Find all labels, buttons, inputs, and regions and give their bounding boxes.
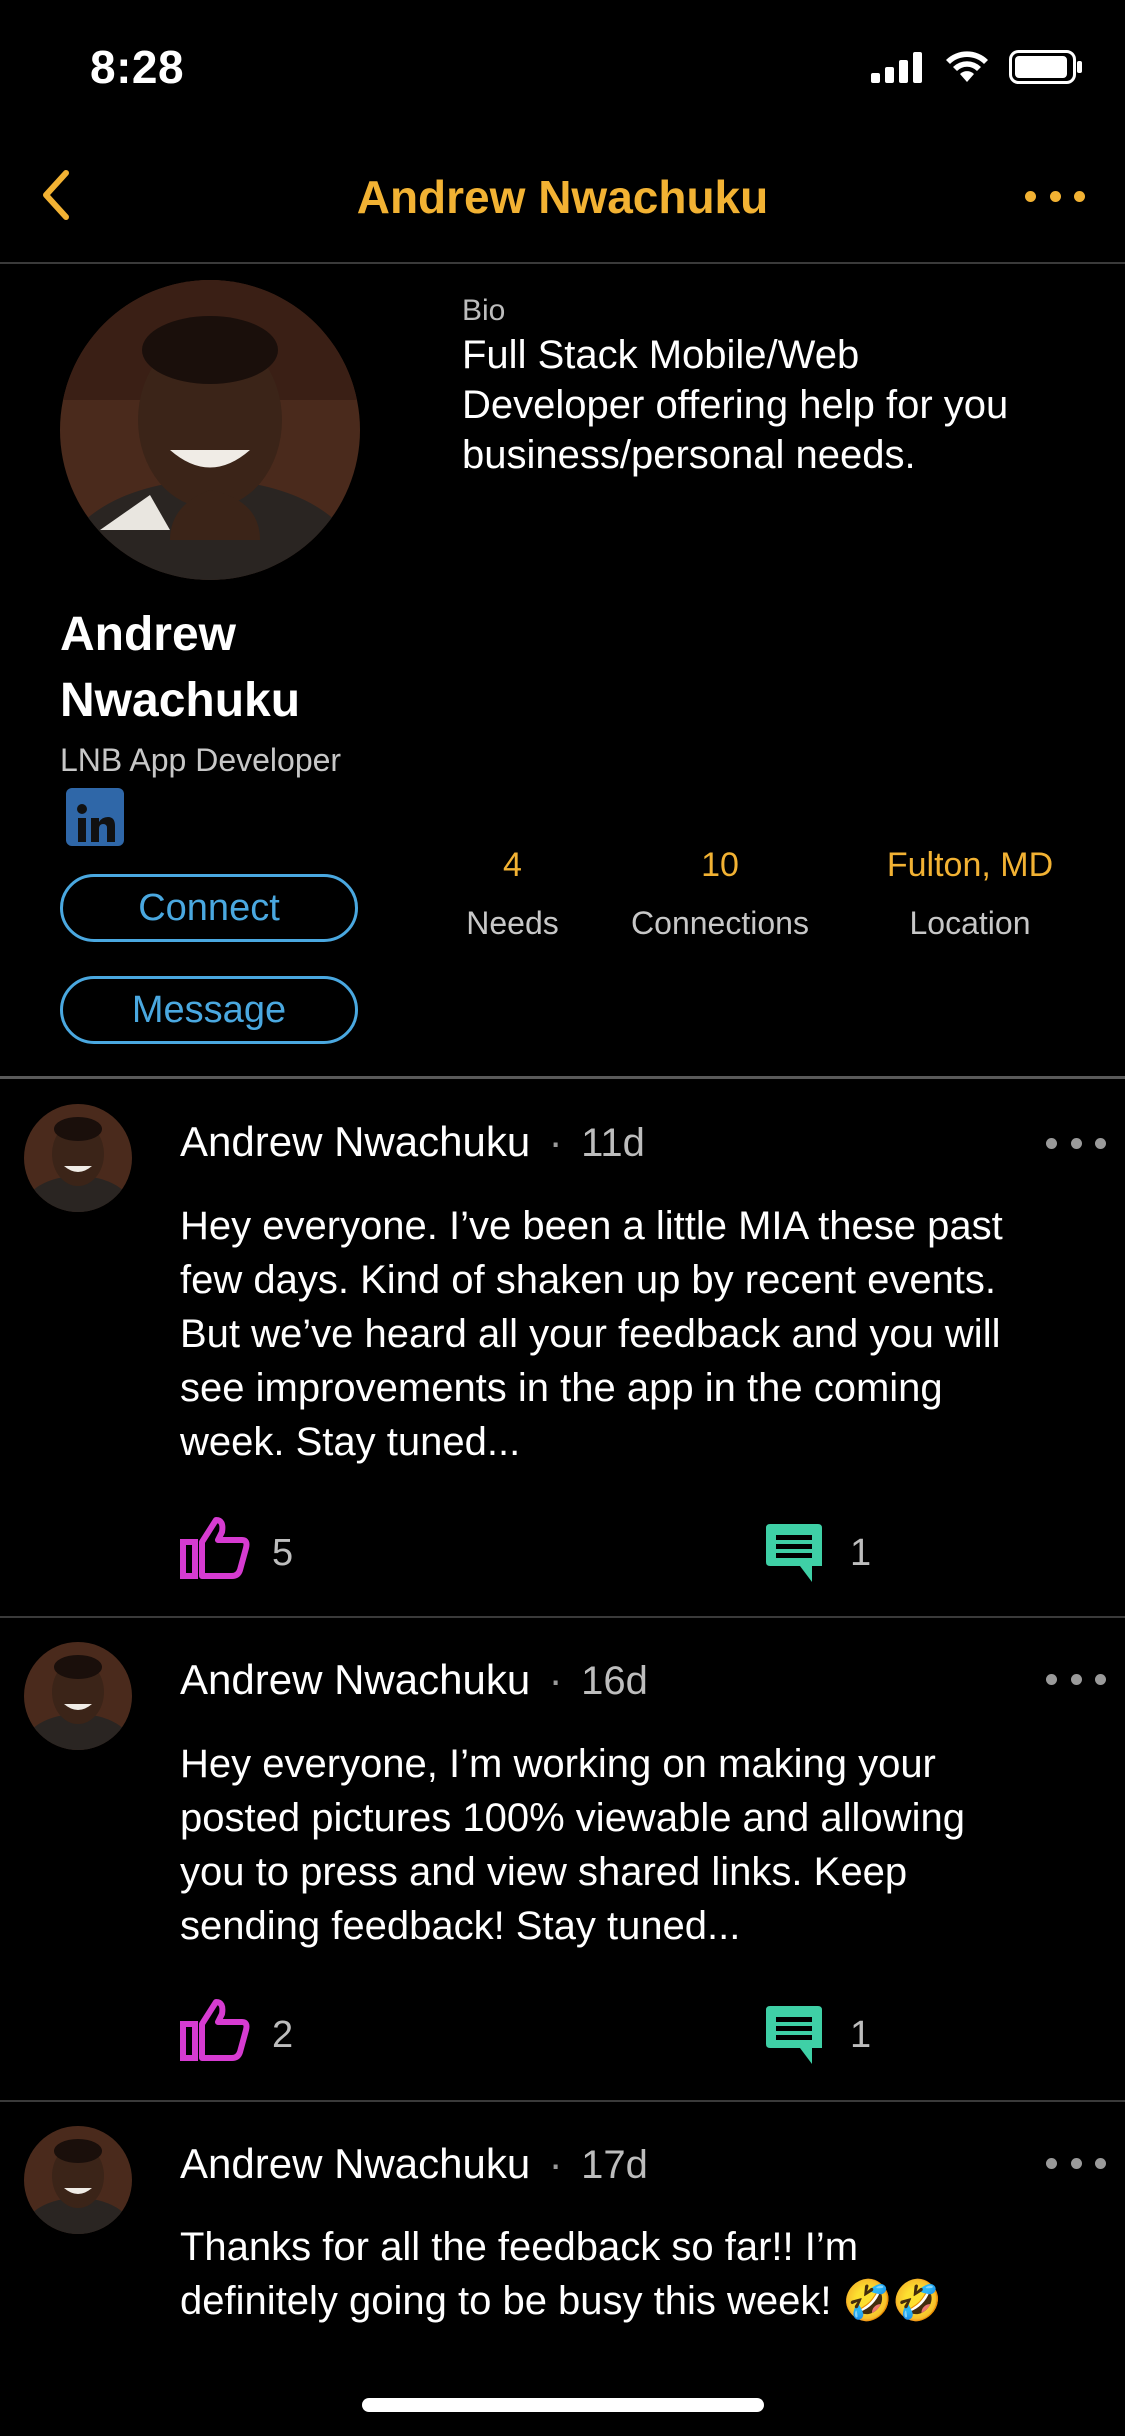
like-button[interactable]: [180, 1516, 250, 1585]
post-author[interactable]: Andrew Nwachuku: [180, 1118, 530, 1165]
thumbs-up-icon: [180, 1999, 250, 2061]
post-line: But we’ve heard all your feedback and yo…: [180, 1312, 1001, 1356]
comment-button[interactable]: [762, 1522, 826, 1589]
stat-label: Connections: [631, 905, 809, 941]
post-divider: [0, 2100, 1125, 2102]
status-time: 8:28: [90, 41, 185, 93]
post-line: Hey everyone, I’m working on making your: [180, 1742, 936, 1786]
profile-name-line1: Andrew: [60, 608, 237, 661]
more-icon-dot: [1070, 2157, 1082, 2169]
post-line: week. Stay tuned...: [180, 1420, 521, 1464]
comment-button[interactable]: [762, 2004, 826, 2071]
post-line: Thanks for all the feedback so far!! I’m: [180, 2225, 859, 2269]
more-icon: [1025, 190, 1036, 202]
bio-line: Developer offering help for you: [462, 383, 1009, 427]
comment-icon: [766, 1524, 822, 1582]
more-button[interactable]: [1025, 178, 1085, 214]
post-divider: [0, 1616, 1125, 1618]
profile-role: LNB App Developer: [60, 742, 342, 778]
signal-icon: [871, 52, 922, 83]
post-time: 16d: [581, 1659, 648, 1703]
post-line: few days. Kind of shaken up by recent ev…: [180, 1258, 997, 1302]
section-divider: [0, 1076, 1125, 1079]
bio-label: Bio: [462, 294, 506, 327]
linkedin-icon[interactable]: [66, 788, 124, 846]
bio-text: Full Stack Mobile/Web Developer offering…: [462, 330, 1082, 480]
post-time: 11d: [581, 1121, 645, 1165]
post-line: definitely going to be busy this week! 🤣…: [180, 2279, 943, 2323]
stat-label: Needs: [466, 905, 559, 941]
comment-count: 1: [850, 2014, 872, 2056]
stat-value: 10: [701, 846, 739, 884]
stat-needs[interactable]: 4 Needs: [445, 846, 580, 942]
like-count: 2: [272, 2014, 294, 2056]
bio-line: business/personal needs.: [462, 433, 916, 477]
more-icon-dot: [1074, 190, 1085, 202]
stat-connections[interactable]: 10 Connections: [610, 846, 830, 942]
profile-avatar: [60, 280, 360, 580]
more-icon: [1046, 1137, 1057, 1149]
stat-value: Fulton, MD: [886, 846, 1054, 884]
more-icon-dot: [1095, 1673, 1106, 1685]
post-more-button[interactable]: [1046, 2156, 1106, 2170]
more-icon-dot: [1095, 1137, 1106, 1149]
comment-count: 1: [850, 1532, 872, 1574]
post-body: Hey everyone. I’ve been a little MIA the…: [180, 1199, 1080, 1469]
like-button[interactable]: [180, 1998, 250, 2067]
post-avatar[interactable]: [24, 2126, 132, 2234]
more-icon: [1046, 1673, 1057, 1685]
post-separator: ·: [548, 2140, 563, 2187]
post-body: Thanks for all the feedback so far!! I’m…: [180, 2220, 1080, 2328]
post-more-button[interactable]: [1046, 1136, 1106, 1150]
more-icon-dot: [1095, 2157, 1106, 2169]
status-icons: [871, 50, 1083, 84]
post-line: sending feedback! Stay tuned...: [180, 1904, 741, 1948]
post-author[interactable]: Andrew Nwachuku: [180, 1656, 530, 1703]
post-line: you to press and view shared links. Keep: [180, 1850, 908, 1894]
stat-location[interactable]: Fulton, MD Location: [860, 846, 1080, 942]
linkedin-glyph: [77, 804, 115, 842]
thumbs-up-icon: [180, 1517, 250, 1579]
profile-name: Andrew Nwachuku: [60, 602, 420, 734]
message-button[interactable]: Message: [60, 976, 358, 1044]
home-indicator[interactable]: [362, 2398, 764, 2412]
page-title: Andrew Nwachuku: [356, 171, 769, 223]
profile-name-line2: Nwachuku: [60, 674, 301, 727]
post-time: 17d: [581, 2143, 648, 2187]
nav-divider: [0, 262, 1125, 264]
more-icon: [1046, 2157, 1057, 2169]
bio-line: Full Stack Mobile/Web: [462, 333, 860, 377]
comment-icon: [766, 2006, 822, 2064]
wifi-icon: [946, 51, 988, 82]
battery-icon: [1009, 50, 1082, 84]
more-icon-dot: [1070, 1673, 1082, 1685]
more-icon-dot: [1070, 1137, 1082, 1149]
post-avatar[interactable]: [24, 1104, 132, 1212]
post-author[interactable]: Andrew Nwachuku: [180, 2140, 530, 2187]
post-header: Andrew Nwachuku · 11d: [180, 1118, 645, 1166]
post-line: see improvements in the app in the comin…: [180, 1366, 943, 1410]
post-separator: ·: [548, 1118, 563, 1165]
post-more-button[interactable]: [1046, 1672, 1106, 1686]
post-line: Hey everyone. I’ve been a little MIA the…: [180, 1204, 1003, 1248]
stat-label: Location: [909, 905, 1031, 941]
connect-button[interactable]: Connect: [60, 874, 358, 942]
post-header: Andrew Nwachuku · 17d: [180, 2140, 648, 2188]
post-avatar[interactable]: [24, 1642, 132, 1750]
post-separator: ·: [548, 1656, 563, 1703]
more-icon-dot: [1049, 190, 1061, 202]
stat-value: 4: [503, 846, 522, 884]
like-count: 5: [272, 1532, 294, 1574]
post-header: Andrew Nwachuku · 16d: [180, 1656, 648, 1704]
post-body: Hey everyone, I’m working on making your…: [180, 1737, 1080, 1953]
post-line: posted pictures 100% viewable and allowi…: [180, 1796, 965, 1840]
